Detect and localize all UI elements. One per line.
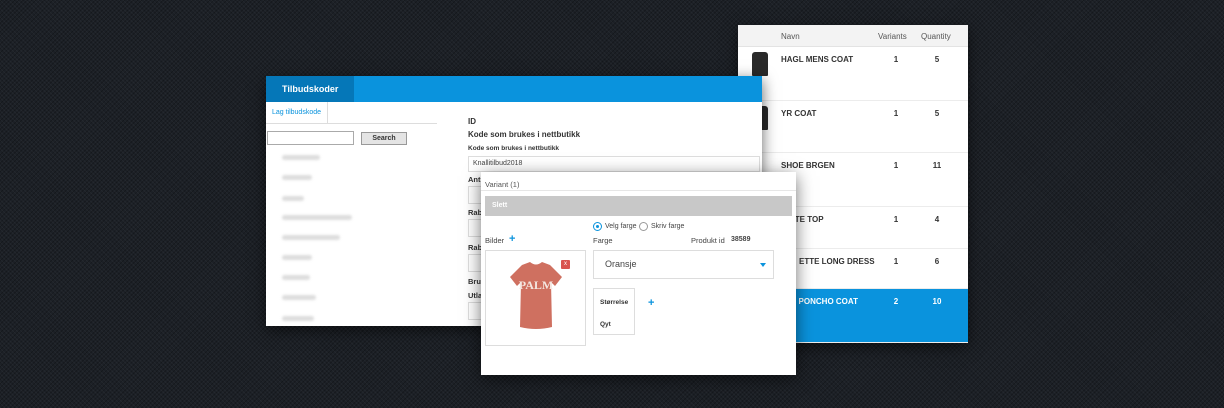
divider bbox=[328, 123, 437, 124]
product-quantity: 10 bbox=[932, 297, 942, 306]
list-item[interactable] bbox=[282, 255, 312, 260]
chevron-down-icon bbox=[760, 263, 766, 267]
product-image-box[interactable]: PALM x bbox=[485, 250, 586, 346]
product-quantity: 6 bbox=[934, 257, 940, 266]
tab-tilbudskoder[interactable]: Tilbudskoder bbox=[266, 76, 355, 102]
search-input[interactable] bbox=[267, 131, 354, 145]
list-item[interactable] bbox=[282, 275, 310, 280]
product-table-header: Navn Variants Quantity bbox=[738, 25, 968, 47]
variant-panel: Variant (1) Slett Velg farge Skriv farge… bbox=[481, 172, 796, 375]
product-variants: 1 bbox=[893, 161, 899, 170]
radio-write-color[interactable]: Skriv farge bbox=[639, 222, 684, 231]
delete-variant-bar[interactable]: Slett bbox=[485, 196, 792, 216]
color-label: Farge bbox=[593, 236, 613, 245]
column-header-quantity[interactable]: Quantity bbox=[921, 32, 951, 41]
bru-label: Bru bbox=[468, 277, 481, 286]
size-label: Størrelse bbox=[600, 299, 629, 306]
product-thumbnail bbox=[752, 52, 768, 76]
product-name: HAGL MENS COAT bbox=[781, 55, 854, 64]
column-header-variants[interactable]: Variants bbox=[878, 32, 907, 41]
radio-selected-icon bbox=[593, 222, 602, 231]
radio-choose-color[interactable]: Velg farge bbox=[593, 222, 637, 231]
images-label: Bilder bbox=[485, 236, 505, 245]
product-id-label: Produkt id bbox=[691, 236, 725, 245]
tab-create-offer-code[interactable]: Lag tilbudskode bbox=[266, 102, 328, 124]
id-label: ID bbox=[468, 117, 476, 126]
add-image-plus-icon[interactable]: + bbox=[509, 234, 515, 245]
radio-write-color-label: Skriv farge bbox=[651, 223, 685, 230]
color-select[interactable]: Oransje bbox=[593, 250, 774, 279]
product-id-value: 38589 bbox=[731, 236, 751, 243]
radio-choose-color-label: Velg farge bbox=[605, 223, 637, 230]
product-quantity: 5 bbox=[934, 55, 940, 64]
size-quantity-box[interactable]: Størrelse Qyt bbox=[593, 288, 635, 335]
color-select-value: Oransje bbox=[605, 259, 637, 269]
list-item[interactable] bbox=[282, 316, 314, 321]
tshirt-image: PALM bbox=[510, 262, 562, 329]
product-variants: 1 bbox=[893, 109, 899, 118]
add-size-plus-icon[interactable]: + bbox=[648, 298, 654, 309]
code-heading: Kode som brukes i nettbutikk bbox=[468, 130, 581, 139]
product-name: S PONCHO COAT bbox=[791, 297, 858, 306]
product-quantity: 5 bbox=[934, 109, 940, 118]
code-input[interactable]: Knallitilbud2018 bbox=[468, 156, 760, 172]
product-variants: 1 bbox=[893, 257, 899, 266]
table-row[interactable]: HAGL MENS COAT 1 5 bbox=[738, 47, 968, 101]
product-quantity: 11 bbox=[932, 161, 942, 170]
table-row[interactable]: YR COAT 1 5 bbox=[738, 101, 968, 153]
product-quantity: 4 bbox=[934, 215, 940, 224]
list-item[interactable] bbox=[282, 155, 320, 160]
radio-unselected-icon bbox=[639, 222, 648, 231]
list-item[interactable] bbox=[282, 235, 340, 240]
product-name: SHOE BRGEN bbox=[781, 161, 835, 170]
offer-codes-header: Tilbudskoder bbox=[266, 76, 762, 102]
column-header-name[interactable]: Navn bbox=[781, 32, 800, 41]
ant-label: Ant bbox=[468, 175, 481, 184]
search-button[interactable]: Search bbox=[361, 132, 407, 145]
remove-image-icon[interactable]: x bbox=[561, 260, 570, 269]
shirt-print: PALM bbox=[519, 278, 553, 292]
product-variants: 2 bbox=[893, 297, 899, 306]
code-label: Kode som brukes i nettbutikk bbox=[468, 145, 560, 152]
qty-label: Qyt bbox=[600, 321, 611, 328]
product-name: ETTE LONG DRESS bbox=[799, 257, 875, 266]
product-variants: 1 bbox=[893, 215, 899, 224]
list-item[interactable] bbox=[282, 175, 312, 180]
product-name: YR COAT bbox=[781, 109, 817, 118]
variant-title: Variant (1) bbox=[485, 180, 520, 189]
list-item[interactable] bbox=[282, 295, 316, 300]
list-item[interactable] bbox=[282, 196, 304, 201]
list-item[interactable] bbox=[282, 215, 352, 220]
product-variants: 1 bbox=[893, 55, 899, 64]
divider bbox=[481, 190, 796, 191]
